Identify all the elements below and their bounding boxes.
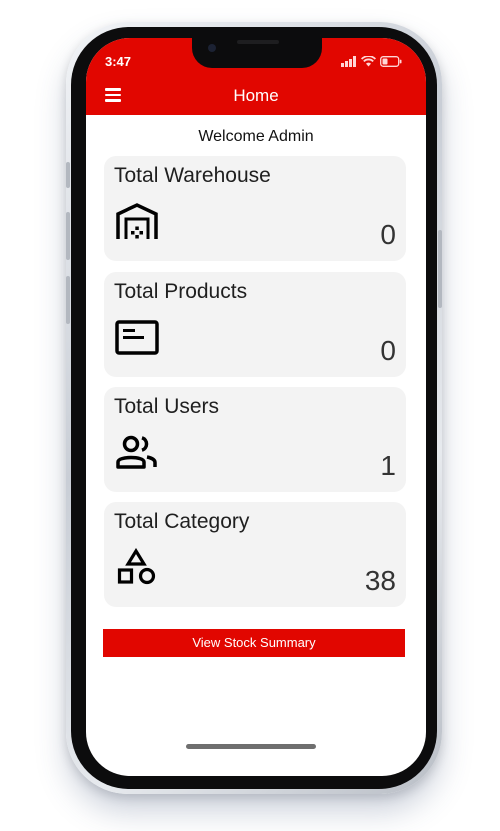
- users-icon: [116, 435, 157, 469]
- home-indicator[interactable]: [186, 744, 316, 749]
- welcome-text: Welcome Admin: [198, 128, 314, 145]
- mute-switch: [66, 162, 70, 188]
- card-title: Total Products: [114, 280, 248, 303]
- total-products-card[interactable]: Total Products 0: [104, 272, 406, 377]
- category-shapes-icon: [117, 548, 156, 585]
- warehouse-icon: [116, 203, 158, 239]
- card-value: 1: [380, 450, 396, 481]
- status-time: 3:47: [105, 54, 132, 69]
- volume-up-button: [66, 212, 70, 260]
- card-title: Total Category: [114, 510, 250, 533]
- battery-icon: [380, 56, 402, 67]
- card-title: Total Warehouse: [114, 164, 271, 187]
- signal-icon: [341, 56, 356, 67]
- product-card-icon: [115, 320, 159, 355]
- power-button: [438, 230, 442, 308]
- card-value: 0: [380, 219, 396, 250]
- canvas: 3:47 Home Welcome Admin Total Warehouse …: [0, 0, 500, 831]
- total-users-card[interactable]: Total Users 1: [104, 387, 406, 492]
- camera-icon: [208, 44, 216, 52]
- card-value: 0: [380, 335, 396, 366]
- total-category-card[interactable]: Total Category 38: [104, 502, 406, 607]
- app-header: 3:47 Home: [86, 38, 426, 115]
- camera-notch: [192, 38, 322, 68]
- wifi-icon: [361, 56, 376, 67]
- card-value: 38: [364, 565, 396, 596]
- header-title: Home: [233, 86, 279, 105]
- app-screen: 3:47 Home Welcome Admin Total Warehouse …: [86, 38, 426, 776]
- view-stock-summary-button[interactable]: View Stock Summary: [103, 629, 405, 657]
- card-title: Total Users: [114, 395, 220, 418]
- volume-down-button: [66, 276, 70, 324]
- total-warehouse-card[interactable]: Total Warehouse 0: [104, 156, 406, 261]
- speaker-grille: [237, 40, 279, 44]
- status-icons: [341, 56, 402, 67]
